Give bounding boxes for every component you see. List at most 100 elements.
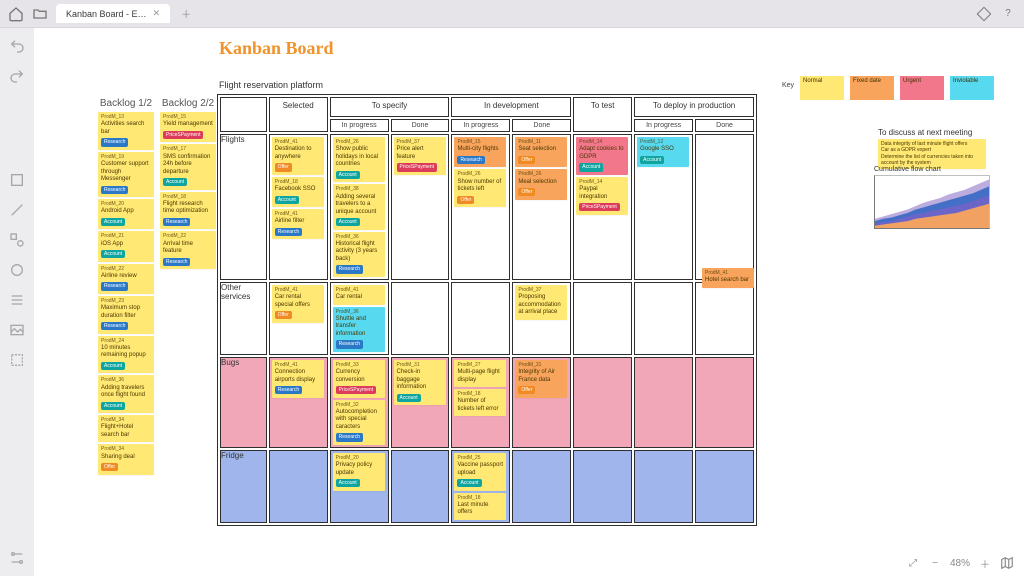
note-text: Hotel search bar bbox=[705, 277, 751, 285]
sticky-note[interactable]: ProdM_26Meal selectionOffer bbox=[515, 169, 567, 199]
note-text: Sharing deal bbox=[101, 454, 151, 462]
window-tab[interactable]: Kanban Board - E… ✕ bbox=[56, 4, 170, 23]
sticky-note[interactable]: ProdM_25Vaccine passport uploadAccount bbox=[454, 453, 506, 491]
home-icon[interactable] bbox=[8, 6, 24, 22]
note-tag: Offer bbox=[518, 386, 535, 394]
note-tag: Account bbox=[163, 178, 187, 186]
row-fridge: Fridge ProdM_20Privacy policy updateAcco… bbox=[220, 450, 754, 523]
undo-icon[interactable] bbox=[9, 38, 25, 54]
sub-spec-ip: In progress bbox=[330, 119, 389, 132]
folder-icon[interactable] bbox=[32, 6, 48, 22]
sticky-note[interactable]: ProdM_26Show public holidays in local co… bbox=[333, 137, 385, 182]
cflow-chart-area bbox=[874, 175, 990, 229]
sub-spec-done: Done bbox=[391, 119, 450, 132]
sticky-note[interactable]: ProdM_23Maximum stop duration filterRese… bbox=[98, 296, 154, 334]
sticky-note[interactable]: ProdM_20Android AppAccount bbox=[98, 199, 154, 229]
backlog1-column: ProdM_13Activities search barResearchPro… bbox=[98, 112, 154, 475]
sticky-note[interactable]: ProdM_32Autocompletion with special cara… bbox=[333, 400, 385, 445]
note-text: Facebook SSO bbox=[275, 186, 321, 194]
floating-note-hotel[interactable]: ProdM_41 Hotel search bar bbox=[702, 268, 754, 288]
sticky-note[interactable]: ProdM_34Sharing dealOffer bbox=[98, 444, 154, 474]
sticky-note[interactable]: ProdM_18Facebook SSOAccount bbox=[272, 177, 324, 207]
sticky-note[interactable]: ProdM_18Last minute offers bbox=[454, 493, 506, 520]
note-id: ProdM_32 bbox=[336, 402, 382, 408]
note-id: ProdM_31 bbox=[518, 362, 564, 368]
sticky-note[interactable]: ProdM_22Airline reviewResearch bbox=[98, 264, 154, 294]
sticky-note[interactable]: ProdM_19Customer support through Messeng… bbox=[98, 152, 154, 197]
sticky-note[interactable]: ProdM_41Connection airports displayResea… bbox=[272, 360, 324, 398]
map-icon[interactable] bbox=[1000, 556, 1014, 570]
kanban-board: Selected To specify In development To te… bbox=[217, 94, 757, 526]
note-tag: Research bbox=[336, 340, 363, 348]
note-tag: Account bbox=[101, 362, 125, 370]
sticky-note[interactable]: ProdM_15Yield managementPriceSPayment bbox=[160, 112, 216, 142]
zoom-in-button[interactable]: ＋ bbox=[978, 556, 992, 570]
help-icon[interactable]: ? bbox=[1000, 6, 1016, 22]
sticky-note[interactable]: ProdM_31Integrity of Air France dataOffe… bbox=[515, 360, 567, 398]
note-text: Customer support through Messenger bbox=[101, 161, 151, 184]
sticky-note[interactable]: ProdM_31Check-in baggage informationAcco… bbox=[394, 360, 446, 405]
note-text: Shuttle and transfer information bbox=[336, 316, 382, 339]
sticky-note[interactable]: ProdM_41Destination to anywhereOffer bbox=[272, 137, 324, 175]
pen-tool-icon[interactable] bbox=[9, 202, 25, 218]
sticky-note[interactable]: ProdM_18Flight research time optimizatio… bbox=[160, 192, 216, 230]
col-to-specify: To specify bbox=[330, 97, 450, 117]
sticky-note[interactable]: ProdM_37Proposing accommodation at arriv… bbox=[515, 285, 567, 320]
sticky-note[interactable]: ProdM_37Price alert featurePriceSPayment bbox=[394, 137, 446, 175]
zoom-out-button[interactable]: − bbox=[928, 556, 942, 570]
sticky-note[interactable]: ProdM_36Historical flight activity (3 ye… bbox=[333, 232, 385, 277]
sticky-note[interactable]: ProdM_36Shuttle and transfer information… bbox=[333, 307, 385, 352]
sticky-note[interactable]: ProdM_18Number of tickets left error bbox=[454, 389, 506, 416]
note-id: ProdM_26 bbox=[457, 171, 503, 177]
row-label-flights: Flights bbox=[220, 134, 267, 280]
sticky-note[interactable]: ProdM_33Currency conversionPriceSPayment bbox=[333, 360, 385, 398]
redo-icon[interactable] bbox=[9, 68, 25, 84]
close-icon[interactable]: ✕ bbox=[153, 8, 161, 19]
sticker-icon[interactable] bbox=[9, 262, 25, 278]
sticky-note[interactable]: ProdM_17SMS confirmation 24h before depa… bbox=[160, 144, 216, 189]
note-tag: Account bbox=[336, 171, 360, 179]
discuss-note[interactable]: Data integrity of last minute flight off… bbox=[878, 139, 986, 169]
image-tool-icon[interactable] bbox=[9, 322, 25, 338]
sticky-note[interactable]: ProdM_41Airline filterResearch bbox=[272, 209, 324, 239]
connector-icon[interactable] bbox=[9, 292, 25, 308]
sticky-note[interactable]: ProdM_36Adding travelers once flight fou… bbox=[98, 375, 154, 413]
legend-urgent: Urgent bbox=[900, 76, 944, 100]
shapes-icon[interactable] bbox=[9, 232, 25, 248]
sticky-note[interactable]: ProdM_13Activities search barResearch bbox=[98, 112, 154, 150]
sticky-note[interactable]: ProdM_38Adding several travelers to a un… bbox=[333, 184, 385, 229]
fit-icon[interactable]: ⤢ bbox=[906, 556, 920, 570]
sticky-note[interactable]: ProdM_41Car rental bbox=[333, 285, 385, 305]
note-id: ProdM_38 bbox=[336, 186, 382, 192]
diamond-icon[interactable] bbox=[976, 6, 992, 22]
note-tag: Research bbox=[457, 156, 484, 164]
note-id: ProdM_37 bbox=[518, 287, 564, 293]
sticky-note[interactable]: ProdM_12Google SSOAccount bbox=[637, 137, 689, 167]
note-id: ProdM_23 bbox=[101, 298, 151, 304]
note-tool-icon[interactable] bbox=[9, 172, 25, 188]
note-text: Proposing accommodation at arrival place bbox=[518, 294, 564, 317]
col-to-test: To test bbox=[573, 97, 632, 132]
sticky-note[interactable]: ProdM_11Seat selectionOffer bbox=[515, 137, 567, 167]
sticky-note[interactable]: ProdM_26Show number of tickets leftOffer bbox=[454, 169, 506, 207]
sticky-note[interactable]: ProdM_27Multi-page flight display bbox=[454, 360, 506, 387]
note-id: ProdM_22 bbox=[163, 233, 213, 239]
sticky-note[interactable]: ProdM_34Flight+Hotel search bar bbox=[98, 415, 154, 442]
settings-icon[interactable] bbox=[9, 550, 25, 566]
new-tab-button[interactable]: ＋ bbox=[178, 6, 194, 22]
sticky-note[interactable]: ProdM_21iOS AppAccount bbox=[98, 231, 154, 261]
cflow-header: Cumulative flow chart bbox=[874, 166, 990, 173]
sticky-note[interactable]: ProdM_20Privacy policy updateAccount bbox=[333, 453, 385, 491]
note-id: ProdM_19 bbox=[101, 154, 151, 160]
note-tag: Account bbox=[101, 218, 125, 226]
sticky-note[interactable]: ProdM_14Paypal integrationPriceSPayment bbox=[576, 177, 628, 215]
sticky-note[interactable]: ProdM_41Car rental special offersOffer bbox=[272, 285, 324, 323]
sticky-note[interactable]: ProdM_15Multi-city flightsResearch bbox=[454, 137, 506, 167]
sub-deploy-done: Done bbox=[695, 119, 754, 132]
note-tag: Offer bbox=[101, 463, 118, 471]
note-text: Maximum stop duration filter bbox=[101, 305, 151, 320]
sticky-note[interactable]: ProdM_14Adapt cookies to GDPRAccount bbox=[576, 137, 628, 175]
sticky-note[interactable]: ProdM_22Arrival time featureResearch bbox=[160, 231, 216, 269]
frame-tool-icon[interactable] bbox=[9, 352, 25, 368]
sticky-note[interactable]: ProdM_2410 minutes remaining popupAccoun… bbox=[98, 336, 154, 374]
